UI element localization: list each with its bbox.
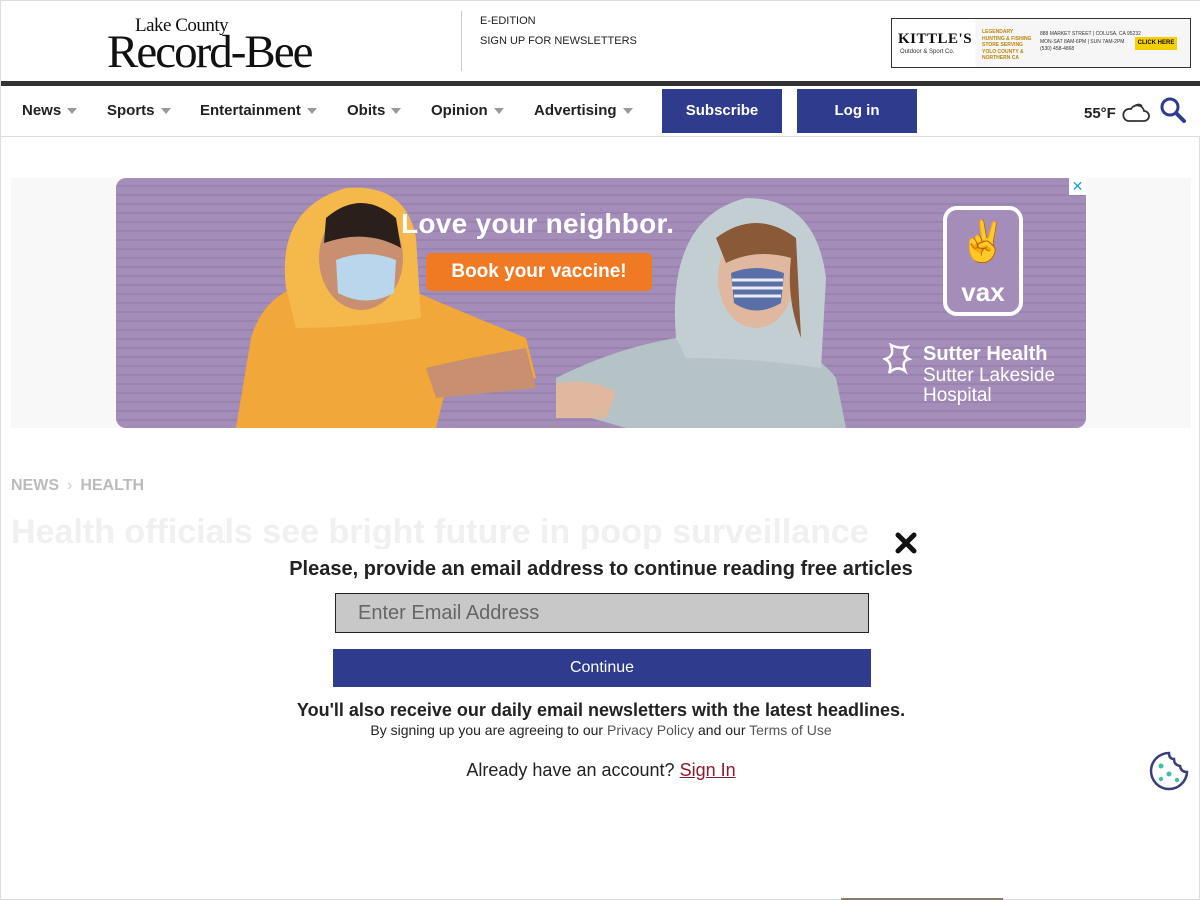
modal-heading: Please, provide an email address to cont… bbox=[289, 558, 913, 580]
site-logo[interactable]: Lake County Record-Bee bbox=[107, 15, 337, 76]
weather-temp: 55°F bbox=[1084, 104, 1116, 122]
nav-item-opinion[interactable]: Opinion bbox=[431, 102, 504, 119]
ad-brand: KITTLE'S bbox=[898, 31, 973, 47]
top-links: E-EDITION SIGN UP FOR NEWSLETTERS bbox=[480, 14, 637, 54]
ad-click-here-button[interactable]: CLICK HERE bbox=[1135, 37, 1177, 50]
ad-info-phone: (530) 458-4868 bbox=[1040, 46, 1075, 52]
site-header: Lake County Record-Bee E-EDITION SIGN UP… bbox=[1, 1, 1200, 81]
ad-brand-sub: Outdoor & Sport Co. bbox=[900, 49, 955, 55]
nav-item-obits[interactable]: Obits bbox=[347, 102, 402, 119]
nav-item-label: News bbox=[22, 102, 62, 119]
nav-item-label: Opinion bbox=[431, 102, 488, 119]
nav-item-label: Advertising bbox=[534, 102, 617, 119]
ad-info-hours: MON-SAT 8AM-6PM | SUN 7AM-2PM bbox=[1040, 38, 1125, 45]
caret-down-icon bbox=[160, 107, 171, 114]
breadcrumb-news[interactable]: NEWS bbox=[11, 477, 59, 495]
nav-item-sports[interactable]: Sports bbox=[107, 102, 171, 119]
main-nav: News Sports Entertainment Obits Opinion … bbox=[1, 81, 1200, 137]
vax-badge: ✌ vax bbox=[943, 206, 1023, 316]
nav-item-label: Sports bbox=[107, 102, 155, 119]
top-banner-ad[interactable]: KITTLE'S Outdoor & Sport Co. LEGENDARY H… bbox=[891, 18, 1191, 68]
sutter-health-logo-icon bbox=[883, 343, 913, 375]
caret-down-icon bbox=[306, 107, 317, 114]
caret-down-icon bbox=[622, 107, 633, 114]
vaccine-ad-banner[interactable]: Love your neighbor. Book your vaccine! ✌… bbox=[116, 178, 1086, 428]
email-field[interactable] bbox=[335, 593, 869, 633]
weather-widget[interactable]: 55°F bbox=[1084, 102, 1150, 124]
account-prefix: Already have an account? bbox=[466, 760, 675, 780]
ad-info-address: 888 MARKET STREET | COLUSA, CA 95232 bbox=[1040, 31, 1141, 37]
sign-in-link[interactable]: Sign In bbox=[680, 760, 736, 780]
privacy-policy-link[interactable]: Privacy Policy bbox=[607, 722, 694, 738]
close-icon[interactable] bbox=[894, 531, 918, 555]
email-gate-modal: Please, provide an email address to cont… bbox=[1, 531, 1200, 900]
vax-badge-text: vax bbox=[961, 277, 1005, 307]
sponsor-facility: Sutter Lakeside bbox=[923, 365, 1056, 386]
sponsor-facility-type: Hospital bbox=[923, 385, 992, 406]
cloudy-icon bbox=[1122, 103, 1150, 122]
legal-notice: By signing up you are agreeing to our Pr… bbox=[1, 722, 1200, 738]
newsletter-signup-link[interactable]: SIGN UP FOR NEWSLETTERS bbox=[480, 34, 637, 54]
caret-down-icon bbox=[391, 107, 402, 114]
nav-item-news[interactable]: News bbox=[22, 102, 78, 119]
logo-name: Record-Bee bbox=[107, 26, 313, 78]
subscribe-button[interactable]: Subscribe bbox=[662, 89, 782, 133]
chevron-right-icon: › bbox=[67, 477, 73, 494]
breadcrumb-health[interactable]: HEALTH bbox=[80, 477, 144, 495]
header-divider bbox=[461, 11, 462, 71]
newsletter-notice: You'll also receive our daily email news… bbox=[296, 700, 906, 720]
caret-down-icon bbox=[67, 107, 78, 114]
legal-prefix: By signing up you are agreeing to our bbox=[370, 722, 604, 738]
ad-info: 888 MARKET STREET | COLUSA, CA 95232 MON… bbox=[1040, 31, 1141, 54]
book-vaccine-button[interactable]: Book your vaccine! bbox=[426, 253, 652, 291]
cookie-icon[interactable] bbox=[1148, 750, 1190, 792]
continue-button[interactable]: Continue bbox=[333, 649, 871, 687]
terms-of-use-link[interactable]: Terms of Use bbox=[749, 722, 831, 738]
nav-item-advertising[interactable]: Advertising bbox=[534, 102, 633, 119]
caret-down-icon bbox=[493, 107, 504, 114]
nav-item-label: Entertainment bbox=[200, 102, 301, 119]
legal-mid: and our bbox=[698, 722, 746, 738]
login-button[interactable]: Log in bbox=[797, 89, 917, 133]
ad-tagline: LEGENDARY HUNTING & FISHING STORE SERVIN… bbox=[982, 29, 1032, 61]
search-icon[interactable] bbox=[1159, 96, 1187, 124]
sponsor-name: Sutter Health bbox=[923, 343, 1048, 365]
peace-hand-icon: ✌ bbox=[958, 220, 1008, 264]
ad-close-icon[interactable]: ✕ bbox=[1069, 178, 1086, 195]
e-edition-link[interactable]: E-EDITION bbox=[480, 14, 637, 34]
ad-headline: Love your neighbor. bbox=[401, 208, 675, 239]
breadcrumb: NEWS › HEALTH bbox=[11, 477, 144, 495]
nav-item-entertainment[interactable]: Entertainment bbox=[200, 102, 317, 119]
account-prompt: Already have an account? Sign In bbox=[1, 760, 1200, 781]
nav-item-label: Obits bbox=[347, 102, 386, 119]
